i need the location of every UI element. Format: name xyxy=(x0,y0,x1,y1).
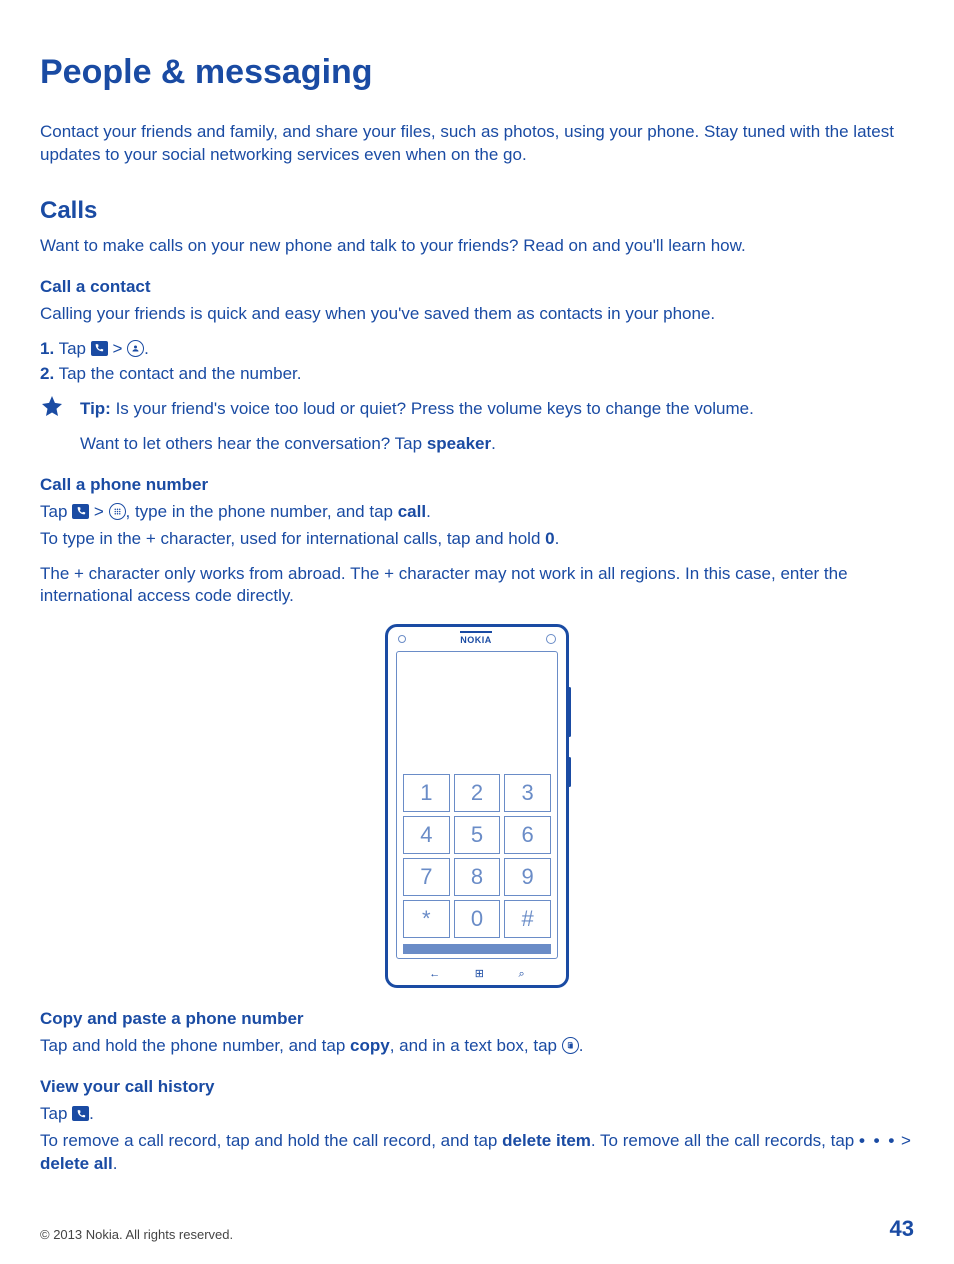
key-hash: # xyxy=(504,900,551,938)
key-star: * xyxy=(403,900,450,938)
step-text: Tap xyxy=(54,339,91,358)
camera-icon xyxy=(398,635,406,643)
phone-navbar: ← ⊞ ⌕ xyxy=(412,965,542,986)
delete-all-label: delete all xyxy=(40,1154,113,1173)
delete-item-label: delete item xyxy=(502,1131,591,1150)
tip-text: Is your friend's voice too loud or quiet… xyxy=(111,399,754,418)
calls-heading: Calls xyxy=(40,195,914,227)
history-remove: To remove a call record, tap and hold th… xyxy=(40,1130,914,1176)
phone-illustration: NOKIA 1 2 3 4 5 6 7 8 9 * 0 # ← ⊞ xyxy=(40,624,914,988)
copy-paste-heading: Copy and paste a phone number xyxy=(40,1008,914,1031)
call-number-heading: Call a phone number xyxy=(40,474,914,497)
home-icon: ⊞ xyxy=(475,967,484,982)
tip-block: Tip: Is your friend's voice too loud or … xyxy=(40,394,914,468)
intro-text: Contact your friends and family, and sha… xyxy=(40,121,914,167)
side-button xyxy=(568,757,571,787)
search-icon: ⌕ xyxy=(519,967,525,982)
phone-icon xyxy=(91,341,108,356)
step-number: 1. xyxy=(40,339,54,358)
display-area xyxy=(397,652,557,774)
key-0: 0 xyxy=(454,900,501,938)
speaker-icon xyxy=(546,634,556,644)
history-heading: View your call history xyxy=(40,1076,914,1099)
phone-icon xyxy=(72,504,89,519)
key-8: 8 xyxy=(454,858,501,896)
page-footer: © 2013 Nokia. All rights reserved. 43 xyxy=(40,1206,914,1244)
step-text: Tap the contact and the number. xyxy=(54,364,301,383)
step-2: 2. Tap the contact and the number. xyxy=(40,363,914,386)
call-label: call xyxy=(398,502,426,521)
key-1: 1 xyxy=(403,774,450,812)
side-button xyxy=(568,687,571,737)
step-number: 2. xyxy=(40,364,54,383)
dialpad-icon xyxy=(109,503,126,520)
copyright: © 2013 Nokia. All rights reserved. xyxy=(40,1226,233,1244)
copy-label: copy xyxy=(350,1036,390,1055)
back-icon: ← xyxy=(429,967,440,982)
contacts-icon xyxy=(127,340,144,357)
key-7: 7 xyxy=(403,858,450,896)
key-9: 9 xyxy=(504,858,551,896)
more-icon: • • • xyxy=(859,1131,896,1150)
calls-intro: Want to make calls on your new phone and… xyxy=(40,235,914,258)
call-contact-intro: Calling your friends is quick and easy w… xyxy=(40,303,914,326)
key-4: 4 xyxy=(403,816,450,854)
gt: > xyxy=(108,339,127,358)
page-number: 43 xyxy=(890,1214,914,1244)
call-number-line3: The + character only works from abroad. … xyxy=(40,563,914,609)
dot: . xyxy=(144,339,149,358)
step-1: 1. Tap > . xyxy=(40,338,914,361)
speaker-label: speaker xyxy=(427,434,491,453)
copy-paste-line: Tap and hold the phone number, and tap c… xyxy=(40,1035,914,1058)
key-3: 3 xyxy=(504,774,551,812)
tip-line1: Tip: Is your friend's voice too loud or … xyxy=(80,398,914,421)
page-title: People & messaging xyxy=(40,50,914,96)
phone-top: NOKIA xyxy=(388,627,566,648)
tip-label: Tip: xyxy=(80,399,111,418)
history-tap: Tap . xyxy=(40,1103,914,1126)
phone-frame: NOKIA 1 2 3 4 5 6 7 8 9 * 0 # ← ⊞ xyxy=(385,624,569,988)
call-contact-heading: Call a contact xyxy=(40,276,914,299)
keypad: 1 2 3 4 5 6 7 8 9 * 0 # xyxy=(397,774,557,944)
call-number-line1: Tap > , type in the phone number, and ta… xyxy=(40,501,914,524)
call-bar xyxy=(403,944,551,954)
brand-label: NOKIA xyxy=(460,631,492,646)
key-5: 5 xyxy=(454,816,501,854)
phone-icon xyxy=(72,1106,89,1121)
key-6: 6 xyxy=(504,816,551,854)
paste-icon xyxy=(562,1037,579,1054)
key-2: 2 xyxy=(454,774,501,812)
phone-screen: 1 2 3 4 5 6 7 8 9 * 0 # xyxy=(396,651,558,959)
call-number-line2: To type in the + character, used for int… xyxy=(40,528,914,551)
star-icon xyxy=(40,394,80,425)
tip-line2: Want to let others hear the conversation… xyxy=(80,433,914,456)
